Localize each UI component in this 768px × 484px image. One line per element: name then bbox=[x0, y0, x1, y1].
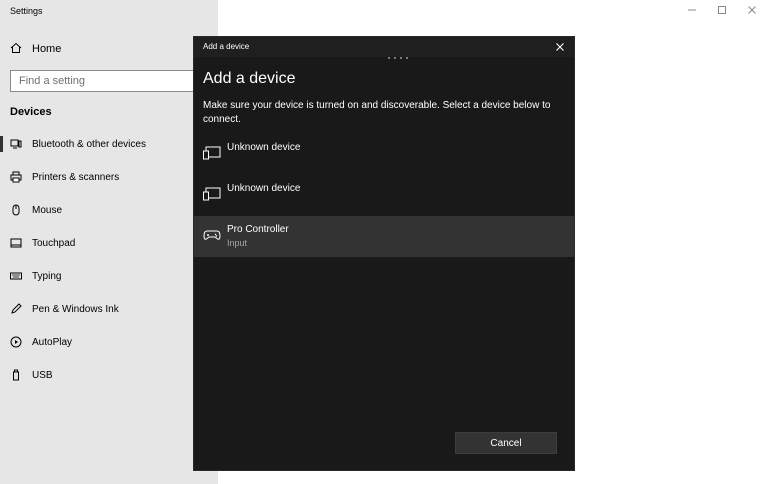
sidebar-item-label: Touchpad bbox=[32, 237, 76, 249]
device-name: Pro Controller bbox=[227, 224, 289, 235]
minimize-icon bbox=[687, 2, 697, 20]
dialog-close-button[interactable] bbox=[554, 41, 566, 53]
sidebar-item-label: Bluetooth & other devices bbox=[32, 138, 146, 150]
sidebar-item-mouse[interactable]: Mouse bbox=[0, 199, 218, 221]
sidebar-item-pen[interactable]: Pen & Windows Ink bbox=[0, 298, 218, 320]
device-item[interactable]: Unknown device bbox=[194, 134, 574, 175]
touchpad-icon bbox=[9, 236, 23, 250]
dialog-description: Make sure your device is turned on and d… bbox=[203, 100, 551, 125]
cancel-button[interactable]: Cancel bbox=[455, 432, 557, 454]
sidebar-item-touchpad[interactable]: Touchpad bbox=[0, 232, 218, 254]
mouse-icon bbox=[9, 203, 23, 217]
search-input[interactable] bbox=[10, 70, 208, 92]
app-title: Settings bbox=[10, 6, 43, 16]
sidebar-item-label: Mouse bbox=[32, 204, 63, 216]
device-name: Unknown device bbox=[227, 183, 301, 194]
sidebar-item-autoplay[interactable]: AutoPlay bbox=[0, 331, 218, 353]
dialog-titlebar-text: Add a device bbox=[203, 42, 250, 51]
section-title: Devices bbox=[10, 106, 52, 118]
sidebar-item-label: Pen & Windows Ink bbox=[32, 303, 119, 315]
close-icon bbox=[556, 43, 564, 51]
settings-sidebar: Settings Home Devices Bluetooth & other … bbox=[0, 0, 218, 484]
sidebar-item-typing[interactable]: Typing bbox=[0, 265, 218, 287]
device-item[interactable]: Unknown device bbox=[194, 175, 574, 216]
device-name: Unknown device bbox=[227, 142, 301, 153]
sidebar-item-usb[interactable]: USB bbox=[0, 364, 218, 386]
dialog-titlebar: Add a device bbox=[194, 37, 574, 57]
display-device-icon bbox=[203, 146, 221, 160]
add-device-dialog: Add a device Add a device Make sure your… bbox=[194, 37, 574, 470]
device-item-selected[interactable]: Pro Controller Input bbox=[194, 216, 574, 257]
home-label: Home bbox=[32, 43, 62, 55]
maximize-icon bbox=[717, 2, 727, 20]
sidebar-item-label: AutoPlay bbox=[32, 336, 73, 348]
gamepad-icon bbox=[203, 228, 221, 242]
sidebar-item-bluetooth[interactable]: Bluetooth & other devices bbox=[0, 133, 218, 155]
minimize-button[interactable] bbox=[677, 0, 707, 22]
bluetooth-devices-icon bbox=[9, 137, 23, 151]
sidebar-item-printers[interactable]: Printers & scanners bbox=[0, 166, 218, 188]
pen-icon bbox=[9, 302, 23, 316]
maximize-button[interactable] bbox=[707, 0, 737, 22]
home-icon bbox=[10, 42, 22, 57]
sidebar-item-label: Typing bbox=[32, 270, 62, 282]
display-device-icon bbox=[203, 187, 221, 201]
device-type: Input bbox=[227, 238, 248, 248]
printer-icon bbox=[9, 170, 23, 184]
searching-progress-indicator bbox=[388, 57, 408, 59]
sidebar-item-label: Printers & scanners bbox=[32, 171, 120, 183]
close-icon bbox=[747, 2, 757, 20]
dialog-heading: Add a device bbox=[203, 70, 296, 87]
keyboard-icon bbox=[9, 269, 23, 283]
window-close-button[interactable] bbox=[737, 0, 767, 22]
usb-icon bbox=[9, 368, 23, 382]
sidebar-item-label: USB bbox=[32, 369, 53, 381]
autoplay-icon bbox=[9, 335, 23, 349]
home-nav-item[interactable]: Home bbox=[10, 40, 61, 58]
